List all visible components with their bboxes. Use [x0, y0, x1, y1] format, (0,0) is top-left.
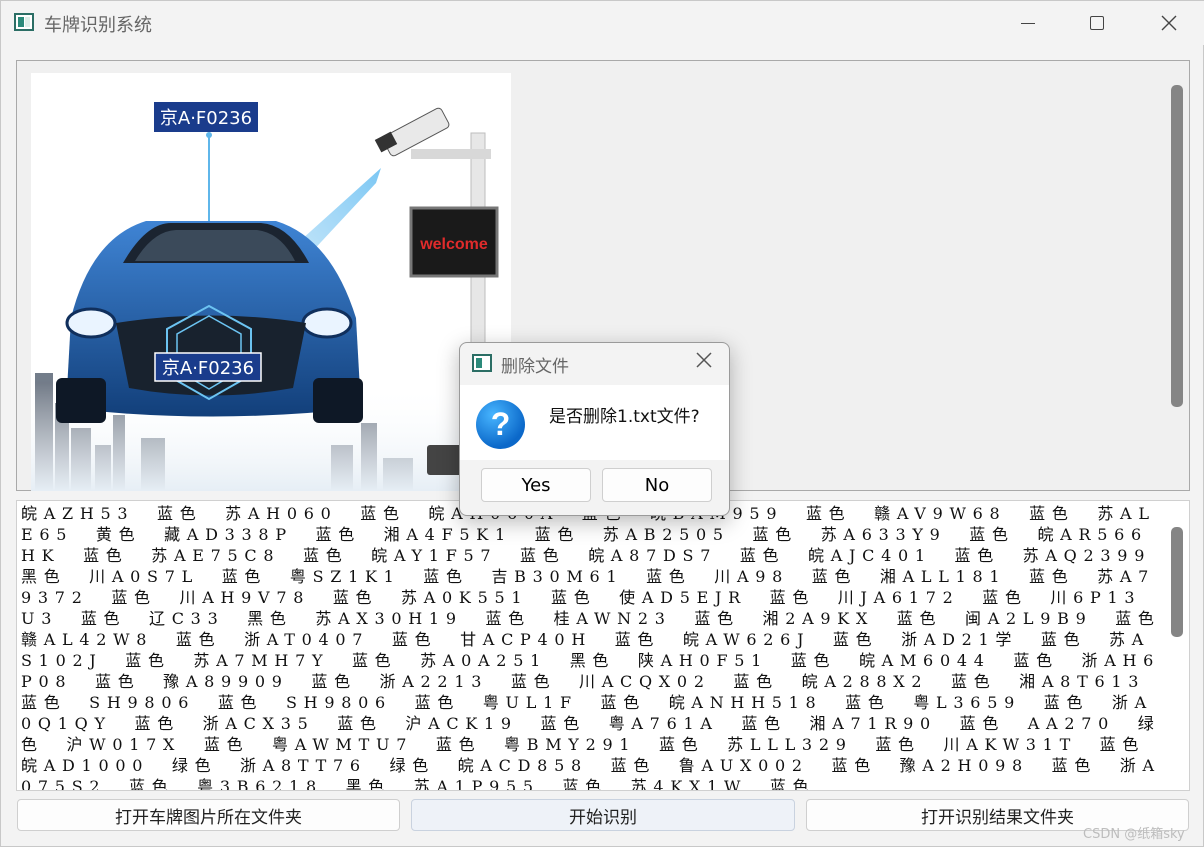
minimize-button[interactable]	[998, 5, 1058, 41]
plate-label-top: 京A·F0236	[160, 108, 252, 129]
image-scrollbar[interactable]	[1171, 85, 1183, 407]
dialog-app-icon	[472, 354, 492, 372]
dialog-title-bar[interactable]: 删除文件	[460, 343, 729, 383]
result-text-area[interactable]: 皖AZH53 蓝色 苏AH060 蓝色 皖AH060A 蓝色 皖BAM959 蓝…	[16, 500, 1190, 791]
no-button[interactable]: No	[602, 468, 712, 502]
dialog-message: 是否删除1.txt文件?	[549, 407, 700, 427]
result-text: 皖AZH53 蓝色 苏AH060 蓝色 皖AH060A 蓝色 皖BAM959 蓝…	[21, 504, 1161, 791]
window-title: 车牌识别系统	[44, 15, 152, 36]
close-icon	[1161, 15, 1177, 31]
result-scrollbar[interactable]	[1171, 527, 1183, 637]
main-window: 车牌识别系统 welcome 京A·F0236 京A·F0236 皖AZH53 …	[0, 0, 1204, 847]
question-icon: ?	[476, 400, 525, 449]
maximize-icon	[1090, 16, 1104, 30]
yes-button[interactable]: Yes	[481, 468, 591, 502]
car-illustration: 京A·F0236	[56, 221, 363, 423]
close-button[interactable]	[1139, 5, 1199, 41]
app-icon	[14, 13, 34, 31]
dialog-close-button[interactable]	[692, 351, 716, 375]
maximize-button[interactable]	[1067, 5, 1127, 41]
start-recognition-button[interactable]: 开始识别	[411, 799, 795, 831]
car-scene-illustration: welcome 京A·F0236 京A·F0236	[31, 100, 511, 491]
car-plate: 京A·F0236	[162, 358, 254, 379]
welcome-sign-text: welcome	[419, 236, 488, 253]
dialog-title: 删除文件	[501, 357, 569, 377]
title-bar[interactable]: 车牌识别系统	[1, 1, 1204, 45]
plate-image: welcome 京A·F0236 京A·F0236	[31, 73, 511, 491]
watermark: CSDN @纸箱sky	[1083, 827, 1185, 842]
delete-file-dialog: 删除文件 ? 是否删除1.txt文件? Yes No	[459, 342, 730, 516]
dialog-body: ? 是否删除1.txt文件?	[460, 385, 729, 460]
minimize-icon	[1021, 22, 1035, 24]
close-icon	[696, 352, 712, 368]
open-plate-folder-button[interactable]: 打开车牌图片所在文件夹	[17, 799, 400, 831]
